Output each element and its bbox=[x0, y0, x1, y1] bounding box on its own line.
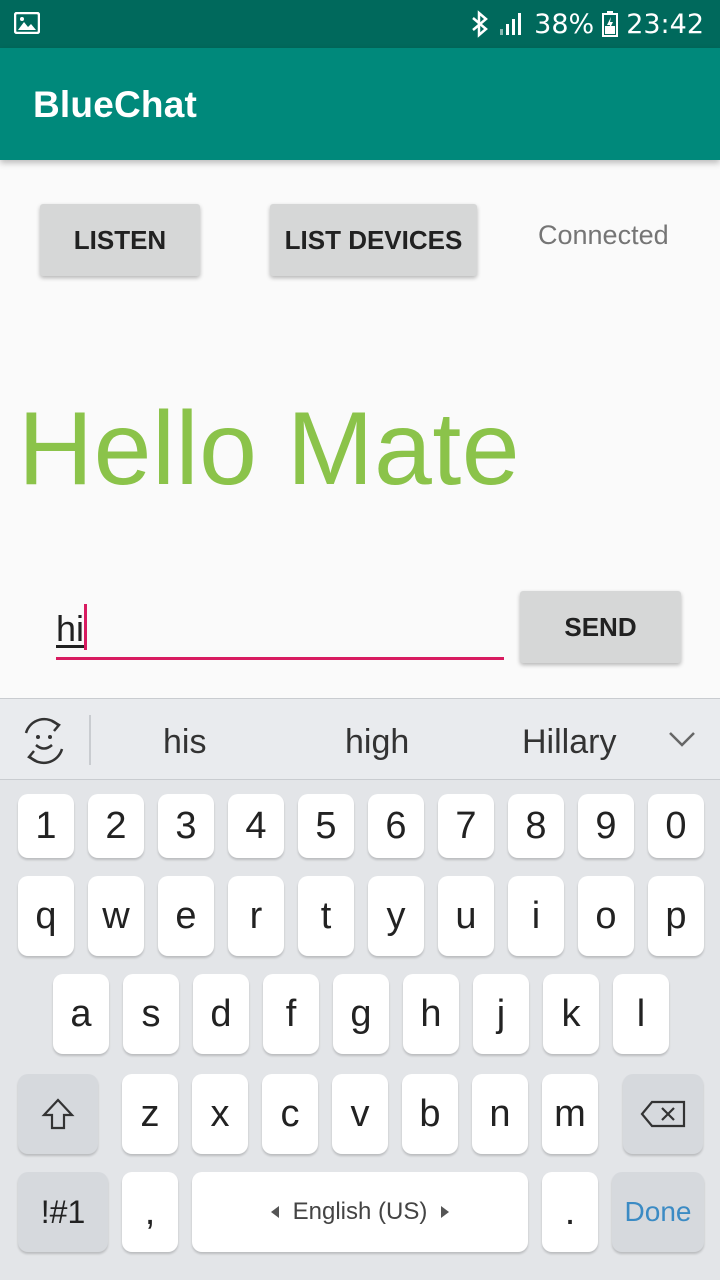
key-5[interactable]: 5 bbox=[298, 794, 354, 858]
app-bar: BlueChat bbox=[0, 48, 720, 160]
status-bar: 38% 23:42 bbox=[0, 0, 720, 48]
suggestion-bar: his high Hillary bbox=[0, 698, 720, 780]
key-q[interactable]: q bbox=[18, 876, 74, 956]
caret-right-icon bbox=[441, 1206, 450, 1218]
key-l[interactable]: l bbox=[613, 974, 669, 1054]
bluetooth-icon bbox=[472, 10, 489, 38]
period-key[interactable]: . bbox=[542, 1172, 598, 1252]
key-2[interactable]: 2 bbox=[88, 794, 144, 858]
app-title: BlueChat bbox=[33, 84, 197, 125]
connection-status: Connected bbox=[538, 220, 669, 250]
key-9[interactable]: 9 bbox=[578, 794, 634, 858]
suggestion-2[interactable]: high bbox=[345, 723, 409, 762]
key-m[interactable]: m bbox=[542, 1074, 598, 1154]
key-v[interactable]: v bbox=[332, 1074, 388, 1154]
key-b[interactable]: b bbox=[402, 1074, 458, 1154]
key-n[interactable]: n bbox=[472, 1074, 528, 1154]
key-s[interactable]: s bbox=[123, 974, 179, 1054]
battery-icon bbox=[602, 11, 619, 37]
key-p[interactable]: p bbox=[648, 876, 704, 956]
key-6[interactable]: 6 bbox=[368, 794, 424, 858]
key-y[interactable]: y bbox=[368, 876, 424, 956]
key-0[interactable]: 0 bbox=[648, 794, 704, 858]
shift-key[interactable] bbox=[18, 1074, 98, 1154]
backspace-icon bbox=[640, 1100, 686, 1128]
soft-keyboard: his high Hillary 1234567890 qwertyuiop a… bbox=[0, 698, 720, 1280]
key-4[interactable]: 4 bbox=[228, 794, 284, 858]
symbols-key[interactable]: !#1 bbox=[18, 1172, 108, 1252]
key-d[interactable]: d bbox=[193, 974, 249, 1054]
divider bbox=[89, 715, 91, 765]
key-o[interactable]: o bbox=[578, 876, 634, 956]
key-r[interactable]: r bbox=[228, 876, 284, 956]
space-label: English (US) bbox=[292, 1198, 428, 1225]
key-j[interactable]: j bbox=[473, 974, 529, 1054]
key-h[interactable]: h bbox=[403, 974, 459, 1054]
key-k[interactable]: k bbox=[543, 974, 599, 1054]
key-7[interactable]: 7 bbox=[438, 794, 494, 858]
list-devices-button[interactable]: LIST DEVICES bbox=[270, 204, 477, 276]
key-3[interactable]: 3 bbox=[158, 794, 214, 858]
text-caret bbox=[84, 604, 87, 650]
chevron-down-icon[interactable] bbox=[666, 727, 698, 751]
listen-button[interactable]: LISTEN bbox=[40, 204, 200, 276]
done-key[interactable]: Done bbox=[612, 1172, 704, 1252]
key-i[interactable]: i bbox=[508, 876, 564, 956]
key-f[interactable]: f bbox=[263, 974, 319, 1054]
message-input[interactable]: hi bbox=[56, 600, 504, 660]
key-z[interactable]: z bbox=[122, 1074, 178, 1154]
image-icon bbox=[14, 12, 40, 34]
suggestion-1[interactable]: his bbox=[163, 723, 206, 762]
key-8[interactable]: 8 bbox=[508, 794, 564, 858]
received-message: Hello Mate bbox=[18, 391, 521, 507]
comma-key[interactable]: , bbox=[122, 1172, 178, 1252]
battery-percent: 38% bbox=[534, 8, 595, 40]
caret-left-icon bbox=[270, 1206, 279, 1218]
key-a[interactable]: a bbox=[53, 974, 109, 1054]
suggestion-3[interactable]: Hillary bbox=[522, 723, 616, 762]
emoji-icon[interactable] bbox=[18, 715, 70, 767]
key-g[interactable]: g bbox=[333, 974, 389, 1054]
message-input-value: hi bbox=[56, 608, 85, 649]
key-w[interactable]: w bbox=[88, 876, 144, 956]
key-u[interactable]: u bbox=[438, 876, 494, 956]
key-1[interactable]: 1 bbox=[18, 794, 74, 858]
shift-icon bbox=[41, 1098, 75, 1130]
key-x[interactable]: x bbox=[192, 1074, 248, 1154]
backspace-key[interactable] bbox=[623, 1074, 703, 1154]
key-e[interactable]: e bbox=[158, 876, 214, 956]
clock: 23:42 bbox=[626, 8, 704, 40]
signal-icon bbox=[500, 13, 522, 35]
key-c[interactable]: c bbox=[262, 1074, 318, 1154]
send-button[interactable]: SEND bbox=[520, 591, 681, 663]
key-t[interactable]: t bbox=[298, 876, 354, 956]
space-key[interactable]: English (US) bbox=[192, 1172, 528, 1252]
